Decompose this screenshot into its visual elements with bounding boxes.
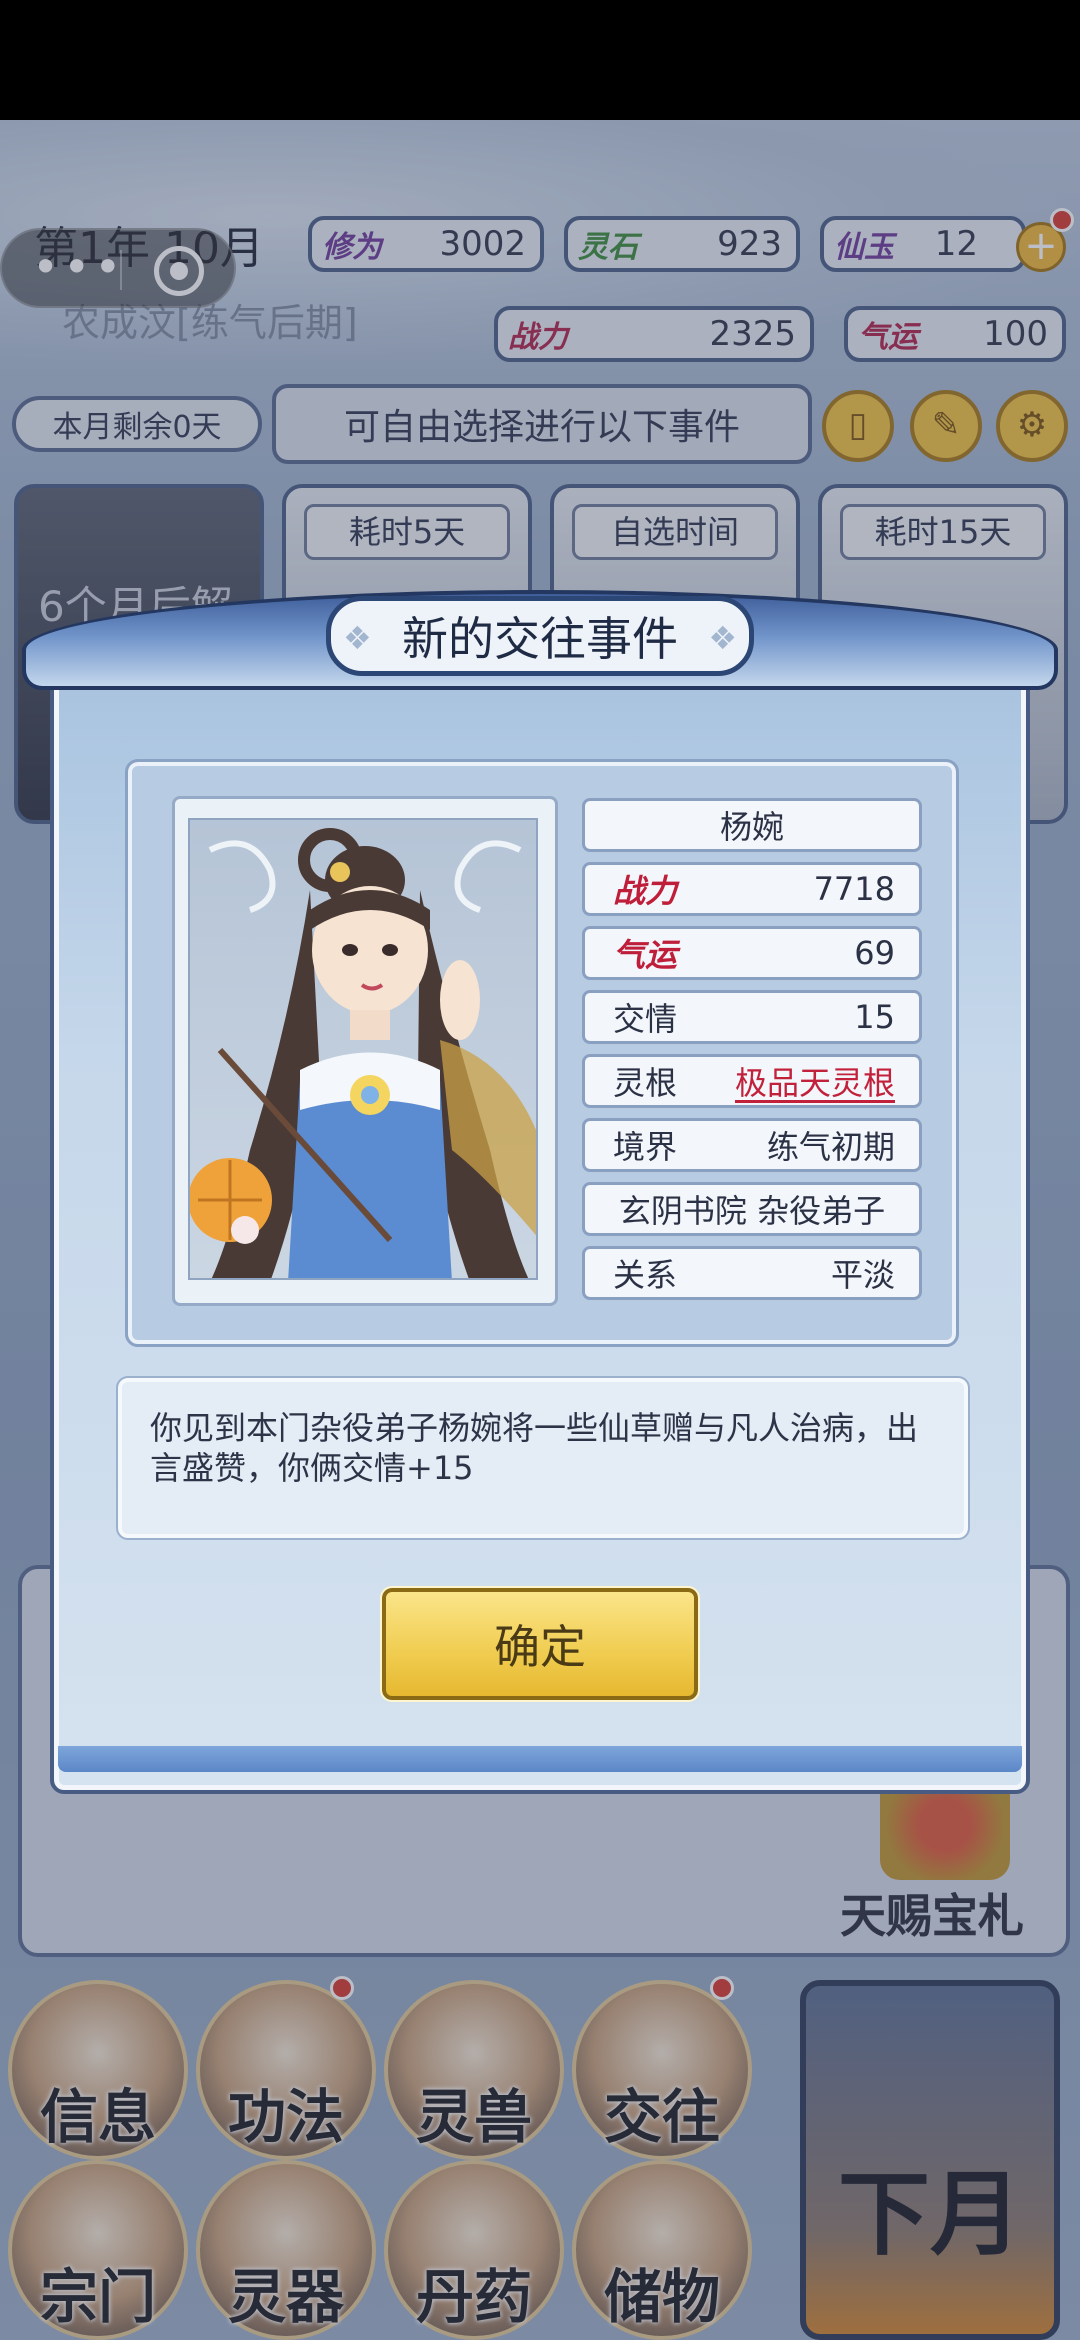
attr-label: 战力 [613, 872, 678, 910]
attr-label: 境界 [613, 1128, 678, 1166]
attr-value: 平淡 [830, 1256, 895, 1294]
attr-friendship: 交情 15 [582, 990, 922, 1044]
npc-name-text: 杨婉 [719, 808, 784, 846]
attr-value: 练气初期 [766, 1128, 895, 1166]
attr-label: 气运 [613, 936, 678, 974]
attr-label: 关系 [613, 1256, 678, 1294]
attr-relationship: 关系 平淡 [582, 1246, 922, 1300]
dialog-bottom-bar [58, 1746, 1022, 1772]
attr-value: 7718 [813, 870, 895, 908]
attr-value-link[interactable]: 极品天灵根 [735, 1058, 895, 1104]
npc-portrait [188, 818, 538, 1280]
confirm-button-label: 确定 [494, 1620, 586, 1674]
confirm-button[interactable]: 确定 [380, 1586, 700, 1702]
attr-label: 灵根 [613, 1064, 678, 1102]
event-description: 你见到本门杂役弟子杨婉将一些仙草赠与凡人治病，出言盛赞，你俩交情+15 [116, 1376, 970, 1540]
attr-combat-power: 战力 7718 [582, 862, 922, 916]
attr-value: 玄阴书院 杂役弟子 [618, 1192, 886, 1230]
npc-name: 杨婉 [582, 798, 922, 852]
attr-label: 交情 [613, 1000, 678, 1038]
status-bar [0, 0, 1080, 120]
dialog-title: 新的交往事件 [326, 596, 754, 676]
npc-portrait-art [190, 828, 536, 1278]
attr-realm: 境界 练气初期 [582, 1118, 922, 1172]
attr-spirit-root: 灵根 极品天灵根 [582, 1054, 922, 1108]
attr-affiliation: 玄阴书院 杂役弟子 [582, 1182, 922, 1236]
attr-value: 15 [854, 998, 895, 1036]
attr-luck: 气运 69 [582, 926, 922, 980]
attr-value: 69 [854, 934, 895, 972]
